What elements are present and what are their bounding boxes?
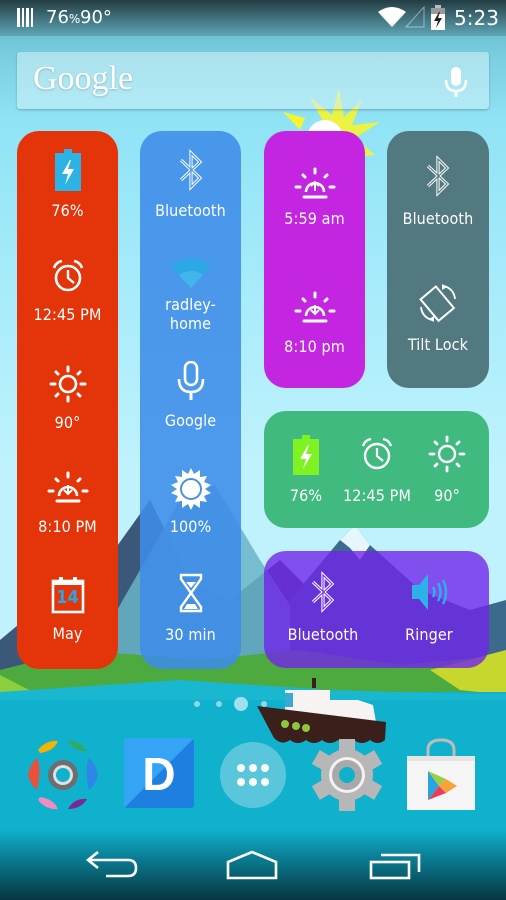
speaker-ringer-icon: [412, 574, 448, 610]
widget-toggle-bluetooth[interactable]: Bluetooth: [264, 571, 382, 644]
microphone-icon[interactable]: [443, 66, 469, 98]
brightness-icon: [170, 468, 211, 510]
alarm-clock-icon: [361, 437, 393, 470]
google-logo: Google: [33, 60, 134, 97]
widget-toggle-column-gray[interactable]: Bluetooth Tilt Lock: [387, 131, 489, 388]
page-dot[interactable]: [261, 701, 267, 707]
google-search-bar[interactable]: Google: [17, 52, 489, 109]
gem-app-icon[interactable]: [26, 738, 100, 812]
sun-weather-icon: [49, 365, 86, 403]
widget-item-sunset[interactable]: 8:10 pm: [264, 291, 365, 356]
settings-gear-icon[interactable]: [310, 738, 384, 812]
bluetooth-icon: [311, 571, 335, 613]
screen-rotation-icon: [419, 284, 456, 323]
battery-charging-icon: [293, 435, 319, 475]
status-battery-percent: 76%: [46, 7, 81, 28]
widget-toggle-row-purple[interactable]: Bluetooth Ringer: [264, 551, 489, 668]
widget-toggle-voice-search[interactable]: Google: [140, 361, 241, 430]
widget-item-weather[interactable]: 90°: [17, 365, 118, 432]
calendar-icon: 14: [51, 576, 85, 614]
sunset-icon: [47, 471, 88, 503]
calendar-day: 14: [56, 587, 79, 608]
page-dot[interactable]: [194, 701, 200, 707]
widget-toggle-screen-timeout[interactable]: 30 min: [140, 573, 241, 644]
widget-item-calendar[interactable]: 14 May: [17, 576, 118, 643]
widget-item-alarm[interactable]: 12:45 PM: [336, 437, 418, 505]
widget-status-column-red[interactable]: 76% 12:45 PM 90° 8:10 PM 14 May: [17, 131, 118, 669]
sunset-icon: [294, 291, 335, 323]
widget-toggle-ringer[interactable]: Ringer: [374, 571, 484, 644]
sunrise-icon: [294, 167, 335, 199]
alarm-clock-icon: [52, 259, 83, 292]
home-icon[interactable]: [222, 848, 282, 888]
battery-charging-icon: [431, 5, 445, 30]
page-dot[interactable]: [216, 701, 222, 707]
widget-toggle-bluetooth[interactable]: Bluetooth: [387, 155, 489, 228]
bluetooth-icon: [179, 149, 202, 191]
page-dot-current[interactable]: [234, 697, 248, 711]
d-app-letter: D: [142, 748, 176, 800]
widget-toggle-tilt-lock[interactable]: Tilt Lock: [387, 283, 489, 354]
battery-charging-icon: [54, 149, 81, 191]
bluetooth-icon: [426, 155, 450, 197]
navigation-bar: [0, 830, 506, 900]
sun-weather-icon: [428, 435, 466, 473]
widget-sun-times-column[interactable]: 5:59 am 8:10 pm: [264, 131, 365, 388]
widget-status-row-green[interactable]: 76% 12:45 PM 90°: [264, 411, 489, 528]
hourglass-icon: [179, 573, 202, 613]
widget-item-sunrise[interactable]: 5:59 am: [264, 167, 365, 228]
back-icon[interactable]: [82, 848, 142, 888]
play-store-icon[interactable]: [404, 738, 478, 812]
app-drawer-icon[interactable]: [216, 738, 290, 812]
microphone-icon: [177, 361, 204, 400]
widget-toggle-bluetooth[interactable]: Bluetooth: [140, 149, 241, 220]
widget-item-alarm[interactable]: 12:45 PM: [17, 259, 118, 324]
widget-toggle-wifi[interactable]: radley-home: [140, 257, 241, 333]
notification-bars-icon[interactable]: [17, 8, 33, 27]
status-bar: 76% 90° 5:23: [0, 0, 506, 36]
wifi-icon: [378, 7, 406, 27]
status-clock: 5:23: [454, 6, 499, 30]
status-temperature: 90°: [80, 7, 112, 28]
widget-toggle-brightness[interactable]: 100%: [140, 467, 241, 536]
wifi-icon: [170, 258, 211, 288]
widget-item-weather[interactable]: 90°: [410, 435, 484, 505]
recent-apps-icon[interactable]: [366, 848, 426, 888]
widget-toggle-column-blue[interactable]: Bluetooth radley-home Google 100% 30 min: [140, 131, 241, 669]
widget-item-sunset[interactable]: 8:10 PM: [17, 471, 118, 536]
cell-signal-empty-icon: [405, 6, 425, 28]
widget-item-battery[interactable]: 76%: [17, 149, 118, 220]
d-app-icon[interactable]: D: [123, 738, 197, 812]
